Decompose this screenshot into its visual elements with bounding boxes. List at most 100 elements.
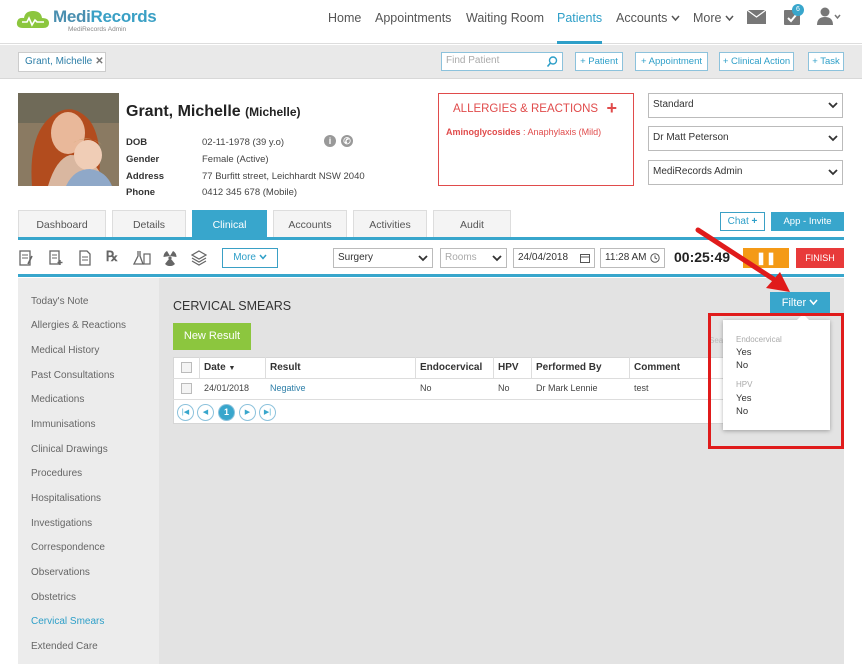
sidebar-item-obstetrics[interactable]: Obstetrics [31,592,76,603]
cell-comment: test [634,383,649,393]
sidebar-item-todays-note[interactable]: Today's Note [31,296,89,307]
cell-date: 24/01/2018 [204,383,250,393]
add-appointment-button[interactable]: + Appointment [635,52,708,71]
time-input[interactable]: 11:28 AM [600,248,665,268]
doctor-value: Dr Matt Peterson [653,132,729,143]
select-all-checkbox[interactable] [181,362,192,373]
lab-flask-icon[interactable] [133,250,151,266]
account-select[interactable]: MediRecords Admin [648,160,843,185]
patient-photo [18,93,119,186]
new-result-button[interactable]: New Result [173,323,251,350]
section-title: CERVICAL SMEARS [173,299,292,313]
cell-performed-by: Dr Mark Lennie [536,383,598,393]
close-icon[interactable]: ✕ [95,56,103,67]
add-task-button[interactable]: + Task [808,52,844,71]
find-patient-input[interactable]: Find Patient [441,52,563,71]
sidebar-item-clinical-drawings[interactable]: Clinical Drawings [31,444,108,455]
allergy-reaction: : Anaphylaxis (Mild) [523,127,602,137]
column-header-endocervical[interactable]: Endocervical [416,357,494,378]
doctor-select[interactable]: Dr Matt Peterson [648,126,843,151]
current-page[interactable]: 1 [218,404,235,421]
patient-preferred-name: (Michelle) [245,105,301,119]
info-icon[interactable]: i [324,135,336,147]
billing-select[interactable]: Standard [648,93,843,118]
nav-more[interactable]: More [693,11,734,25]
billing-value: Standard [653,99,694,110]
address-label: Address [126,171,165,182]
chevron-down-icon [418,255,428,262]
phone-label: Phone [126,187,156,198]
annotation-arrow-icon [695,227,790,292]
nav-patients[interactable]: Patients [557,11,602,25]
dob-label: DOB [126,137,148,148]
clock-icon [650,253,660,263]
nav-waiting-room[interactable]: Waiting Room [466,11,544,25]
nav-accounts[interactable]: Accounts [616,11,680,25]
search-icon[interactable] [547,56,558,67]
chevron-down-icon [809,299,818,306]
chevron-down-icon [671,15,680,22]
tab-activities[interactable]: Activities [353,210,427,238]
sidebar-item-cervical-smears[interactable]: Cervical Smears [31,616,104,627]
nav-appointments[interactable]: Appointments [375,11,451,25]
sidebar-item-investigations[interactable]: Investigations [31,518,92,529]
first-page-icon[interactable]: |◀ [177,404,194,421]
add-patient-button[interactable]: + Patient [575,52,623,71]
nav-home[interactable]: Home [328,11,361,25]
add-allergy-icon[interactable]: + [606,98,617,119]
sidebar-item-allergies[interactable]: Allergies & Reactions [31,320,126,331]
cell-result-link[interactable]: Negative [266,379,416,399]
user-profile-icon[interactable] [817,7,841,25]
sidebar-item-observations[interactable]: Observations [31,567,90,578]
tab-dashboard[interactable]: Dashboard [18,210,106,238]
last-page-icon[interactable]: ▶| [259,404,276,421]
column-header-date[interactable]: Date ▼ [200,357,266,378]
allergy-item[interactable]: Aminoglycosides : Anaphylaxis (Mild) [446,127,601,137]
date-input[interactable]: 24/04/2018 [513,248,595,268]
next-page-icon[interactable]: ▶ [239,404,256,421]
sidebar-item-extended-care[interactable]: Extended Care [31,641,98,652]
patient-full-name: Grant, Michelle [126,103,241,120]
patient-name: Grant, Michelle (Michelle) [126,103,301,121]
brand-subtitle: MediRecords Admin [68,26,127,33]
chevron-down-icon [725,15,734,22]
previous-page-icon[interactable]: ◀ [197,404,214,421]
cell-hpv: No [498,383,510,393]
location-select[interactable]: Surgery [333,248,433,268]
prescription-icon[interactable]: ℞ [104,250,120,266]
chevron-down-icon [828,102,838,109]
sidebar-item-hospitalisations[interactable]: Hospitalisations [31,493,101,504]
tab-details[interactable]: Details [112,210,186,238]
column-header-performed-by[interactable]: Performed By [532,357,630,378]
phone-icon[interactable]: ✆ [341,135,353,147]
more-actions-button[interactable]: More [222,248,278,268]
add-clinical-action-button[interactable]: + Clinical Action [719,52,794,71]
tab-audit[interactable]: Audit [433,210,511,238]
sidebar-item-medical-history[interactable]: Medical History [31,345,99,356]
rooms-select[interactable]: Rooms [440,248,507,268]
cloud-logo-icon [16,11,49,28]
sidebar-item-past-consultations[interactable]: Past Consultations [31,370,114,381]
chevron-down-icon [259,254,267,260]
radiation-icon[interactable] [162,250,178,266]
sidebar-item-procedures[interactable]: Procedures [31,468,82,479]
highlight-box [708,313,844,449]
tab-clinical[interactable]: Clinical [192,210,267,238]
column-header-hpv[interactable]: HPV [494,357,532,378]
sidebar-item-medications[interactable]: Medications [31,394,84,405]
layers-icon[interactable] [191,250,207,266]
mail-icon[interactable] [747,10,766,24]
document-add-icon[interactable] [49,250,63,266]
notepad-edit-icon[interactable] [19,250,33,266]
row-checkbox[interactable] [181,383,192,394]
tab-accounts[interactable]: Accounts [273,210,347,238]
sidebar-item-immunisations[interactable]: Immunisations [31,419,95,430]
document-icon[interactable] [78,250,92,266]
location-value: Surgery [338,252,374,263]
column-header-comment[interactable]: Comment [630,357,710,378]
account-value: MediRecords Admin [653,166,743,177]
column-header-result[interactable]: Result [266,357,416,378]
medirecords-logo[interactable]: MediRecords MediRecords Admin [16,5,157,39]
sidebar-item-correspondence[interactable]: Correspondence [31,542,105,553]
open-patient-tab[interactable]: Grant, Michelle ✕ [18,52,106,72]
